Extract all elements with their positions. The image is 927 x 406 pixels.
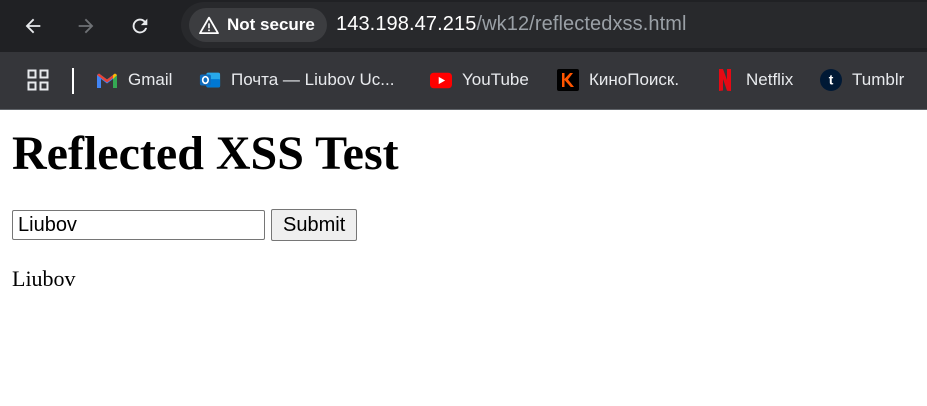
bookmark-gmail[interactable]: Gmail <box>96 66 172 94</box>
security-label: Not secure <box>227 15 315 34</box>
arrow-right-icon <box>78 18 94 34</box>
reload-button[interactable] <box>122 8 158 44</box>
bookmark-label: Почта — Liubov Uc... <box>231 70 395 89</box>
name-input[interactable] <box>12 210 265 240</box>
tumblr-icon: t <box>820 69 842 91</box>
url-text[interactable]: 143.198.47.215/wk12/reflectedxss.html <box>336 13 687 36</box>
security-chip[interactable]: Not secure <box>189 8 327 42</box>
bookmark-youtube[interactable]: YouTube <box>430 66 529 94</box>
gmail-icon <box>96 69 118 91</box>
submit-button[interactable]: Submit <box>271 209 358 241</box>
forward-button[interactable] <box>68 8 104 44</box>
bookmarks-divider <box>72 68 74 94</box>
bookmark-tumblr[interactable]: t Tumblr <box>820 66 904 94</box>
page-title: Reflected XSS Test <box>12 127 399 180</box>
outlook-icon <box>199 69 221 91</box>
svg-text:t: t <box>829 73 834 88</box>
bookmark-kinopoisk[interactable]: КиноПоиск. <box>557 66 679 94</box>
warning-icon <box>199 16 219 34</box>
reflected-output: Liubov <box>12 266 76 291</box>
browser-toolbar: Not secure 143.198.47.215/wk12/reflected… <box>0 0 927 52</box>
kinopoisk-icon <box>557 69 579 91</box>
netflix-icon <box>714 69 736 91</box>
bookmark-netflix[interactable]: Netflix <box>714 66 793 94</box>
bookmark-label: YouTube <box>462 70 529 89</box>
apps-grid-icon <box>27 69 49 91</box>
page-content: Reflected XSS Test Submit Liubov <box>12 110 399 291</box>
arrow-left-icon <box>25 18 41 34</box>
url-path: /wk12/reflectedxss.html <box>476 13 687 35</box>
bookmark-label: Netflix <box>746 70 794 89</box>
apps-button[interactable] <box>27 66 49 94</box>
bookmarks-bar: Gmail Почта — Liubov Uc... YouTube КиноП… <box>0 52 927 110</box>
xss-form: Submit <box>12 209 358 241</box>
bookmark-label: Tumblr <box>852 70 905 89</box>
bookmark-label: КиноПоиск. <box>589 70 680 89</box>
reload-icon <box>132 18 148 34</box>
youtube-icon <box>430 69 452 91</box>
url-host: 143.198.47.215 <box>336 13 477 35</box>
address-bar[interactable]: Not secure 143.198.47.215/wk12/reflected… <box>181 2 927 48</box>
bookmark-outlook[interactable]: Почта — Liubov Uc... <box>199 66 394 94</box>
back-button[interactable] <box>15 8 51 44</box>
bookmark-label: Gmail <box>128 70 173 89</box>
